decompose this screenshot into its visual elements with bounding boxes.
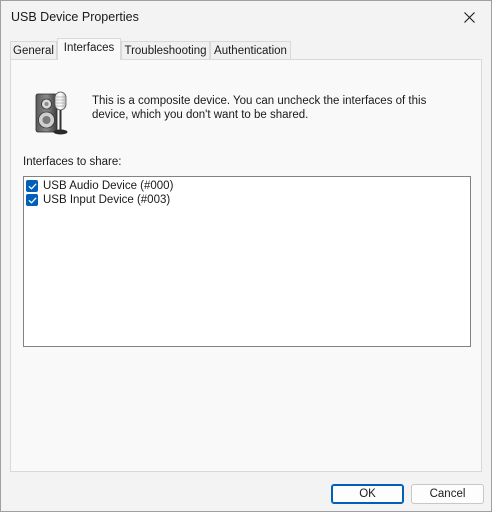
speaker-microphone-icon — [35, 91, 68, 135]
intro-text: This is a composite device. You can unch… — [92, 95, 427, 121]
checkmark-icon — [28, 183, 36, 189]
title-bar: USB Device Properties — [1, 1, 491, 33]
tab-authentication[interactable]: Authentication — [210, 41, 291, 59]
usb-device-properties-dialog: USB Device Properties General Interfaces… — [0, 0, 492, 512]
cancel-button[interactable]: Cancel — [411, 484, 484, 504]
close-button[interactable] — [447, 1, 491, 33]
usb-input-device-label: USB Input Device (#003) — [43, 194, 171, 206]
interfaces-list[interactable]: USB Audio Device (#000) USB Input Device… — [23, 176, 471, 347]
tab-general[interactable]: General — [10, 41, 57, 59]
tab-interfaces[interactable]: Interfaces — [57, 38, 121, 60]
window-title: USB Device Properties — [11, 10, 139, 24]
usb-audio-device-label: USB Audio Device (#000) — [43, 180, 174, 192]
list-item-usb-audio-device[interactable]: USB Audio Device (#000) — [26, 179, 173, 193]
close-icon — [463, 11, 475, 23]
list-item-usb-input-device[interactable]: USB Input Device (#003) — [26, 193, 170, 207]
ok-button[interactable]: OK — [331, 484, 404, 504]
usb-audio-device-checkbox[interactable] — [26, 180, 38, 192]
interfaces-list-label: Interfaces to share: — [23, 156, 122, 168]
interfaces-tab-panel: This is a composite device. You can unch… — [10, 59, 482, 472]
usb-input-device-checkbox[interactable] — [26, 194, 38, 206]
tab-troubleshooting[interactable]: Troubleshooting — [121, 41, 210, 59]
checkmark-icon — [28, 197, 36, 203]
